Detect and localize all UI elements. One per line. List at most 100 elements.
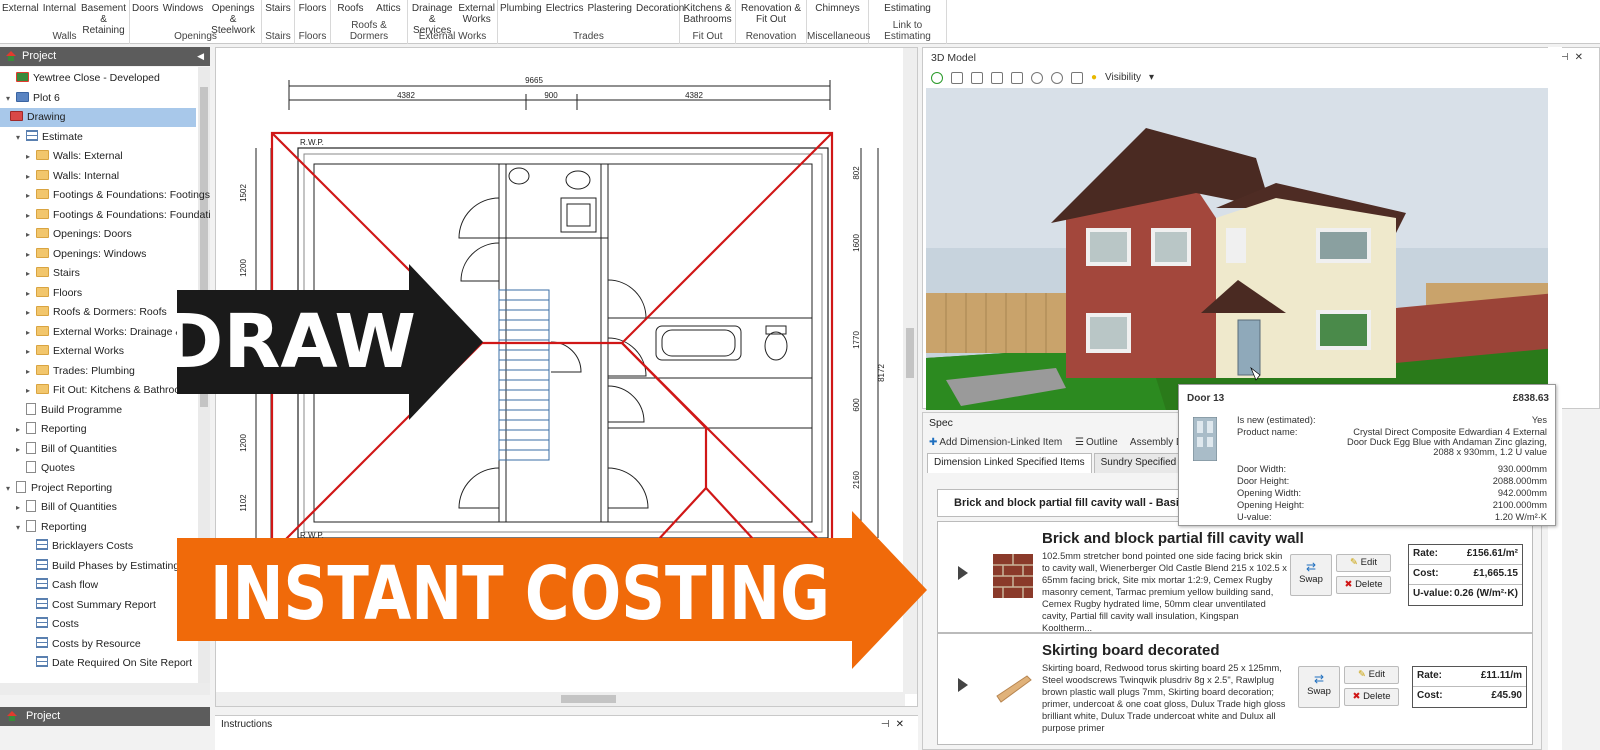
spec-item-card[interactable]: Skirting board decorated Skirting board,…	[937, 633, 1533, 745]
ribbon-button[interactable]: Kitchens & Bathrooms	[680, 3, 735, 25]
tree-item[interactable]: Quotes	[16, 459, 75, 478]
expand-arrow-icon[interactable]: ▾	[16, 518, 26, 537]
expand-arrow-icon[interactable]: ▸	[26, 186, 36, 205]
ribbon-button[interactable]: Floors	[297, 3, 329, 14]
expand-arrow-icon[interactable]: ▸	[26, 342, 36, 361]
tree-item[interactable]: ▸ Walls: External	[26, 147, 123, 166]
tree-item[interactable]: Cost Summary Report	[26, 596, 156, 615]
pan-icon[interactable]	[1051, 72, 1063, 84]
tree-item[interactable]: Date Required On Site Report	[26, 654, 192, 673]
tree-item[interactable]: ▾ Reporting	[16, 518, 87, 537]
play-icon[interactable]	[958, 678, 968, 692]
tree-item[interactable]: Drawing	[0, 108, 196, 127]
tree-item[interactable]: ▸ Footings & Foundations: Foundation	[26, 206, 210, 225]
pin-icon[interactable]: ⊣	[1560, 52, 1575, 63]
visibility-dropdown[interactable]: Visibility	[1105, 69, 1141, 87]
expand-arrow-icon[interactable]: ▾	[6, 479, 16, 498]
ribbon-button[interactable]: Estimating	[882, 3, 933, 14]
tree-item[interactable]: ▸ Roofs & Dormers: Roofs	[26, 303, 167, 322]
edit-button[interactable]: ✎ Edit	[1344, 666, 1399, 684]
expand-arrow-icon[interactable]: ▾	[6, 89, 16, 108]
ribbon-button[interactable]: Attics	[374, 3, 402, 14]
tree-item[interactable]: ▸ Bill of Quantities	[16, 440, 117, 459]
expand-arrow-icon[interactable]: ▸	[26, 264, 36, 283]
tree-item[interactable]: ▸ Floors	[26, 284, 82, 303]
close-icon[interactable]: ✕	[1575, 52, 1589, 63]
expand-arrow-icon[interactable]: ▸	[26, 245, 36, 264]
tree-item[interactable]: Cash flow	[26, 576, 98, 595]
tree-item[interactable]: Costs	[26, 615, 79, 634]
tree-item[interactable]: ▸ Openings: Doors	[26, 225, 132, 244]
tree-item[interactable]: ▸ Bill of Quantities	[16, 498, 117, 517]
folder-icon	[36, 169, 49, 180]
delete-button[interactable]: ✖ Delete	[1336, 576, 1391, 594]
tree-item[interactable]: Build Programme	[16, 401, 122, 420]
ribbon-button[interactable]: Roofs	[335, 3, 365, 14]
edit-button[interactable]: ✎ Edit	[1336, 554, 1391, 572]
expand-arrow-icon[interactable]: ▸	[26, 167, 36, 186]
cost-value: £45.90	[1491, 690, 1522, 701]
expand-arrow-icon[interactable]: ▸	[26, 381, 36, 400]
tree-item[interactable]: ▾ Plot 6	[6, 89, 60, 108]
play-icon[interactable]	[958, 566, 968, 580]
save-icon[interactable]	[971, 72, 983, 84]
ribbon-button[interactable]: Plumbing	[498, 3, 544, 14]
expand-arrow-icon[interactable]: ▾	[16, 128, 26, 147]
camera-icon[interactable]	[1071, 72, 1083, 84]
collapse-arrow-icon[interactable]: ◀	[197, 47, 204, 66]
ribbon-button[interactable]: Electrics	[544, 3, 586, 14]
ribbon-button[interactable]: Plastering	[586, 3, 634, 14]
ribbon-button[interactable]: Chimneys	[813, 3, 861, 14]
ribbon-button[interactable]: Decoration	[634, 3, 686, 14]
pencil-icon: ✎	[1358, 669, 1366, 680]
house-3d-render[interactable]	[926, 88, 1556, 410]
swap-button[interactable]: ⇄ Swap	[1298, 666, 1340, 708]
expand-arrow-icon[interactable]: ▸	[26, 303, 36, 322]
expand-arrow-icon[interactable]: ▸	[16, 440, 26, 459]
tree-item[interactable]: ▸ Trades: Plumbing	[26, 362, 135, 381]
expand-arrow-icon[interactable]: ▸	[16, 420, 26, 439]
project-panel-header: Project ◀	[0, 47, 210, 66]
tree-item[interactable]: ▸ External Works	[26, 342, 124, 361]
delete-button[interactable]: ✖ Delete	[1344, 688, 1399, 706]
swap-button[interactable]: ⇄ Swap	[1290, 554, 1332, 596]
add-dimension-linked-item-button[interactable]: Add Dimension-Linked Item	[939, 437, 1062, 448]
tree-item[interactable]: Bricklayers Costs	[26, 537, 133, 556]
project-tab[interactable]: Project	[0, 707, 210, 726]
view-front-icon[interactable]	[991, 72, 1003, 84]
canvas-horizontal-scrollbar[interactable]	[216, 692, 905, 706]
tree-item[interactable]: ▸ Openings: Windows	[26, 245, 146, 264]
pin-icon[interactable]: ⊣	[881, 719, 896, 730]
ribbon-button[interactable]: Renovation & Fit Out	[736, 3, 806, 25]
expand-arrow-icon[interactable]: ▸	[26, 323, 36, 342]
home-icon[interactable]	[951, 72, 963, 84]
tree-item[interactable]: ▾ Estimate	[16, 128, 83, 147]
tree-item[interactable]: ▸ Walls: Internal	[26, 167, 119, 186]
expand-arrow-icon[interactable]: ▸	[26, 225, 36, 244]
tree-item[interactable]: ▸ Reporting	[16, 420, 87, 439]
tree-item[interactable]: ▸ Fit Out: Kitchens & Bathrooms	[26, 381, 194, 400]
report-icon	[36, 578, 48, 589]
tree-item[interactable]: Yewtree Close - Developed	[6, 69, 160, 88]
report-icon	[36, 617, 48, 628]
tree-item[interactable]: ▸ Stairs	[26, 264, 80, 283]
close-icon[interactable]: ✕	[896, 719, 910, 730]
tree-item[interactable]: Costs by Resource	[26, 635, 141, 654]
orbit-icon[interactable]	[1031, 72, 1043, 84]
tree-item[interactable]: ▾ Project Reporting	[6, 479, 112, 498]
tab-dimension-linked[interactable]: Dimension Linked Specified Items	[927, 453, 1092, 473]
tree-horizontal-scrollbar[interactable]	[0, 683, 210, 695]
ribbon-button[interactable]: Stairs	[263, 3, 293, 14]
expand-arrow-icon[interactable]: ▸	[26, 284, 36, 303]
outline-dropdown[interactable]: Outline	[1086, 437, 1118, 448]
refresh-icon[interactable]	[931, 72, 943, 84]
tree-item[interactable]: ▸ Footings & Foundations: Footings	[26, 186, 210, 205]
view-side-icon[interactable]	[1011, 72, 1023, 84]
spec-item-card[interactable]: Brick and block partial fill cavity wall…	[937, 521, 1533, 633]
tree-item-label: Bricklayers Costs	[52, 540, 134, 552]
tree-item-label: Cost Summary Report	[52, 598, 156, 611]
expand-arrow-icon[interactable]: ▸	[26, 206, 36, 225]
expand-arrow-icon[interactable]: ▸	[26, 147, 36, 166]
expand-arrow-icon[interactable]: ▸	[16, 498, 26, 517]
expand-arrow-icon[interactable]: ▸	[26, 362, 36, 381]
